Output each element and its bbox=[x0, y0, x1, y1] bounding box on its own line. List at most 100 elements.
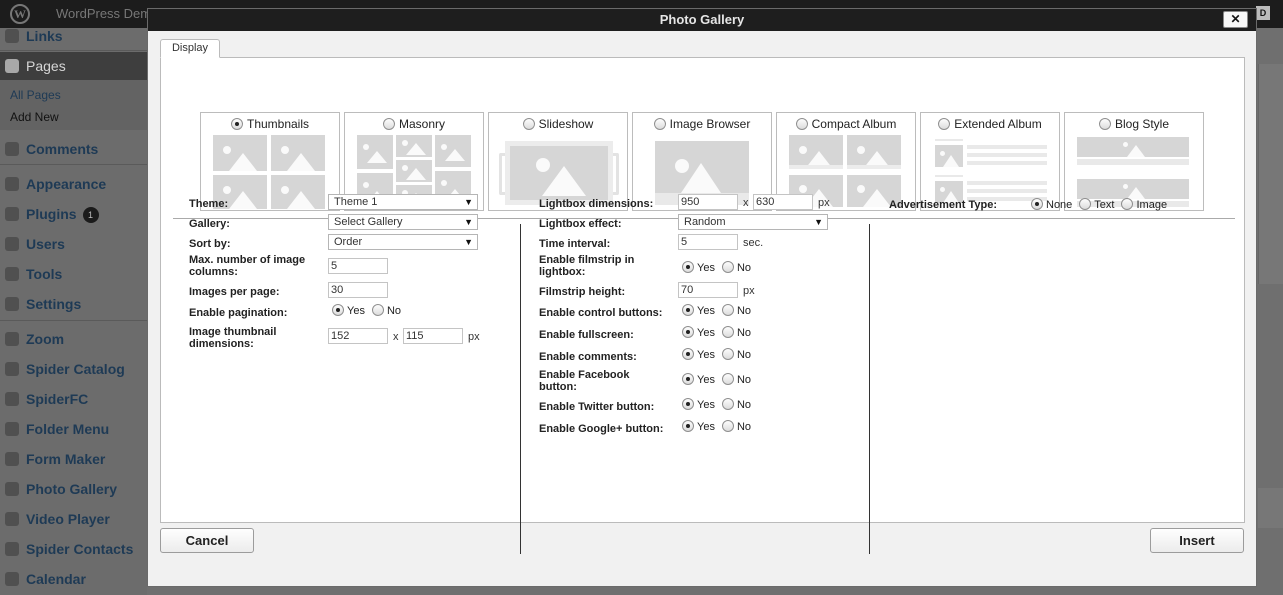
lightbox-effect-select[interactable]: Random ▼ bbox=[678, 214, 828, 230]
images-per-page-label: Images per page: bbox=[189, 286, 280, 298]
background-panel bbox=[1258, 488, 1283, 528]
sidebar-item-calendar[interactable]: Calendar bbox=[0, 565, 147, 593]
google-plus-button-label: Enable Google+ button: bbox=[539, 423, 664, 435]
thumbnails-radio[interactable] bbox=[230, 118, 243, 130]
view-option-extended-album[interactable]: Extended Album bbox=[920, 112, 1060, 211]
blog-style-radio[interactable] bbox=[1098, 118, 1111, 130]
sidebar-item-folder-menu[interactable]: Folder Menu bbox=[0, 415, 147, 443]
sidebar-item-users[interactable]: Users bbox=[0, 230, 147, 258]
chevron-down-icon: ▼ bbox=[464, 197, 473, 207]
sidebar-item-label: Spider Contacts bbox=[26, 541, 134, 557]
submenu-add-new[interactable]: Add New bbox=[10, 110, 59, 124]
sidebar-item-zoom[interactable]: Zoom bbox=[0, 325, 147, 353]
sidebar-item-photo-gallery[interactable]: Photo Gallery bbox=[0, 475, 147, 503]
view-option-thumbnails[interactable]: Thumbnails bbox=[200, 112, 340, 211]
facebook-no-radio[interactable] bbox=[721, 373, 734, 385]
view-option-name: Thumbnails bbox=[246, 117, 310, 131]
view-option-slideshow[interactable]: Slideshow bbox=[488, 112, 628, 211]
submenu-all-pages[interactable]: All Pages bbox=[10, 88, 61, 102]
images-per-page-input[interactable]: 30 bbox=[328, 282, 388, 298]
masonry-radio[interactable] bbox=[382, 118, 395, 130]
cancel-button[interactable]: Cancel bbox=[160, 528, 254, 553]
sidebar-item-tools[interactable]: Tools bbox=[0, 260, 147, 288]
filmstrip-yes-radio[interactable] bbox=[682, 261, 694, 273]
sort-by-select[interactable]: Order ▼ bbox=[328, 234, 478, 250]
sidebar-item-spiderfc[interactable]: SpiderFC bbox=[0, 385, 147, 413]
sidebar-item-label: Folder Menu bbox=[26, 421, 110, 437]
google-plus-radio-group: Yes No bbox=[682, 420, 758, 433]
chevron-down-icon: ▼ bbox=[814, 217, 823, 227]
ad-image-radio[interactable] bbox=[1121, 198, 1134, 210]
twitter-no-radio[interactable] bbox=[721, 398, 734, 410]
comments-radio-group: Yes No bbox=[682, 348, 758, 361]
control-buttons-yes-radio[interactable] bbox=[682, 304, 694, 316]
time-interval-input[interactable]: 5 bbox=[678, 234, 738, 250]
ad-text-label: Text bbox=[1094, 199, 1115, 211]
view-option-name: Compact Album bbox=[811, 117, 897, 131]
admin-sidebar: Links Pages All Pages Add New Comments A… bbox=[0, 28, 147, 595]
ad-text-radio[interactable] bbox=[1079, 198, 1092, 210]
wordpress-logo-icon[interactable]: W bbox=[10, 4, 30, 24]
slideshow-radio[interactable] bbox=[522, 118, 535, 130]
twitter-yes-radio[interactable] bbox=[682, 398, 694, 410]
control-buttons-no-radio[interactable] bbox=[721, 304, 734, 316]
filmstrip-radio-group: Yes No bbox=[682, 261, 758, 274]
sidebar-item-label: Tools bbox=[26, 266, 63, 282]
menu-divider bbox=[0, 164, 147, 165]
google-plus-yes-radio[interactable] bbox=[682, 420, 694, 432]
close-button[interactable]: ✕ bbox=[1223, 11, 1248, 28]
image-browser-radio[interactable] bbox=[653, 118, 666, 130]
sidebar-item-comments[interactable]: Comments bbox=[0, 135, 147, 163]
theme-select[interactable]: Theme 1 ▼ bbox=[328, 194, 478, 210]
sidebar-item-appearance[interactable]: Appearance bbox=[0, 170, 147, 198]
avatar[interactable]: D bbox=[1256, 6, 1270, 20]
fullscreen-yes-radio[interactable] bbox=[682, 326, 694, 338]
gallery-select[interactable]: Select Gallery ▼ bbox=[328, 214, 478, 230]
times-label: x bbox=[743, 197, 749, 209]
sidebar-item-label: Settings bbox=[26, 296, 82, 312]
thumbnail-width-input[interactable]: 152 bbox=[328, 328, 388, 344]
max-columns-label-line-2: columns: bbox=[189, 266, 238, 278]
pagination-yes-radio[interactable] bbox=[332, 304, 344, 316]
plugins-update-badge: 1 bbox=[82, 207, 99, 223]
px-unit: px bbox=[818, 197, 830, 209]
sidebar-item-settings[interactable]: Settings bbox=[0, 290, 147, 318]
lightbox-width-input[interactable]: 950 bbox=[678, 194, 738, 210]
ad-none-radio[interactable] bbox=[1031, 198, 1043, 210]
comments-yes-radio[interactable] bbox=[682, 348, 694, 360]
facebook-yes-radio[interactable] bbox=[682, 373, 694, 385]
plugins-icon bbox=[5, 207, 19, 221]
links-icon bbox=[5, 29, 19, 43]
pagination-radio-group: Yes No bbox=[332, 304, 408, 317]
comments-no-radio[interactable] bbox=[721, 348, 734, 360]
yes-label: Yes bbox=[697, 262, 715, 274]
filmstrip-height-input[interactable]: 70 bbox=[678, 282, 738, 298]
sidebar-item-form-maker[interactable]: Form Maker bbox=[0, 445, 147, 473]
sidebar-item-links[interactable]: Links bbox=[0, 22, 147, 50]
pagination-no-radio[interactable] bbox=[371, 304, 384, 316]
sidebar-item-plugins[interactable]: Plugins 1 bbox=[0, 200, 147, 228]
view-option-blog-style[interactable]: Blog Style bbox=[1064, 112, 1204, 211]
compact-album-radio[interactable] bbox=[795, 118, 808, 130]
pages-icon bbox=[5, 59, 19, 73]
insert-button[interactable]: Insert bbox=[1150, 528, 1244, 553]
camera-icon bbox=[5, 482, 19, 496]
tab-display[interactable]: Display bbox=[160, 39, 220, 58]
fullscreen-no-radio[interactable] bbox=[721, 326, 734, 338]
google-plus-no-radio[interactable] bbox=[721, 420, 734, 432]
sidebar-item-video-player[interactable]: Video Player bbox=[0, 505, 147, 533]
thumbnail-label-line-2: dimensions: bbox=[189, 338, 254, 350]
sidebar-item-spider-catalog[interactable]: Spider Catalog bbox=[0, 355, 147, 383]
thumbnail-height-input[interactable]: 115 bbox=[403, 328, 463, 344]
admin-bar-site-name[interactable]: WordPress Dem bbox=[56, 6, 151, 21]
extended-album-radio[interactable] bbox=[938, 118, 951, 130]
lightbox-height-input[interactable]: 630 bbox=[753, 194, 813, 210]
sidebar-item-pages[interactable]: Pages bbox=[0, 52, 147, 80]
sidebar-item-label: Appearance bbox=[26, 176, 107, 192]
facebook-radio-group: Yes No bbox=[682, 373, 758, 386]
column-divider bbox=[520, 224, 521, 554]
filmstrip-no-radio[interactable] bbox=[721, 261, 734, 273]
sidebar-item-spider-contacts[interactable]: Spider Contacts bbox=[0, 535, 147, 563]
pagination-no-label: No bbox=[386, 305, 402, 317]
max-columns-input[interactable]: 5 bbox=[328, 258, 388, 274]
